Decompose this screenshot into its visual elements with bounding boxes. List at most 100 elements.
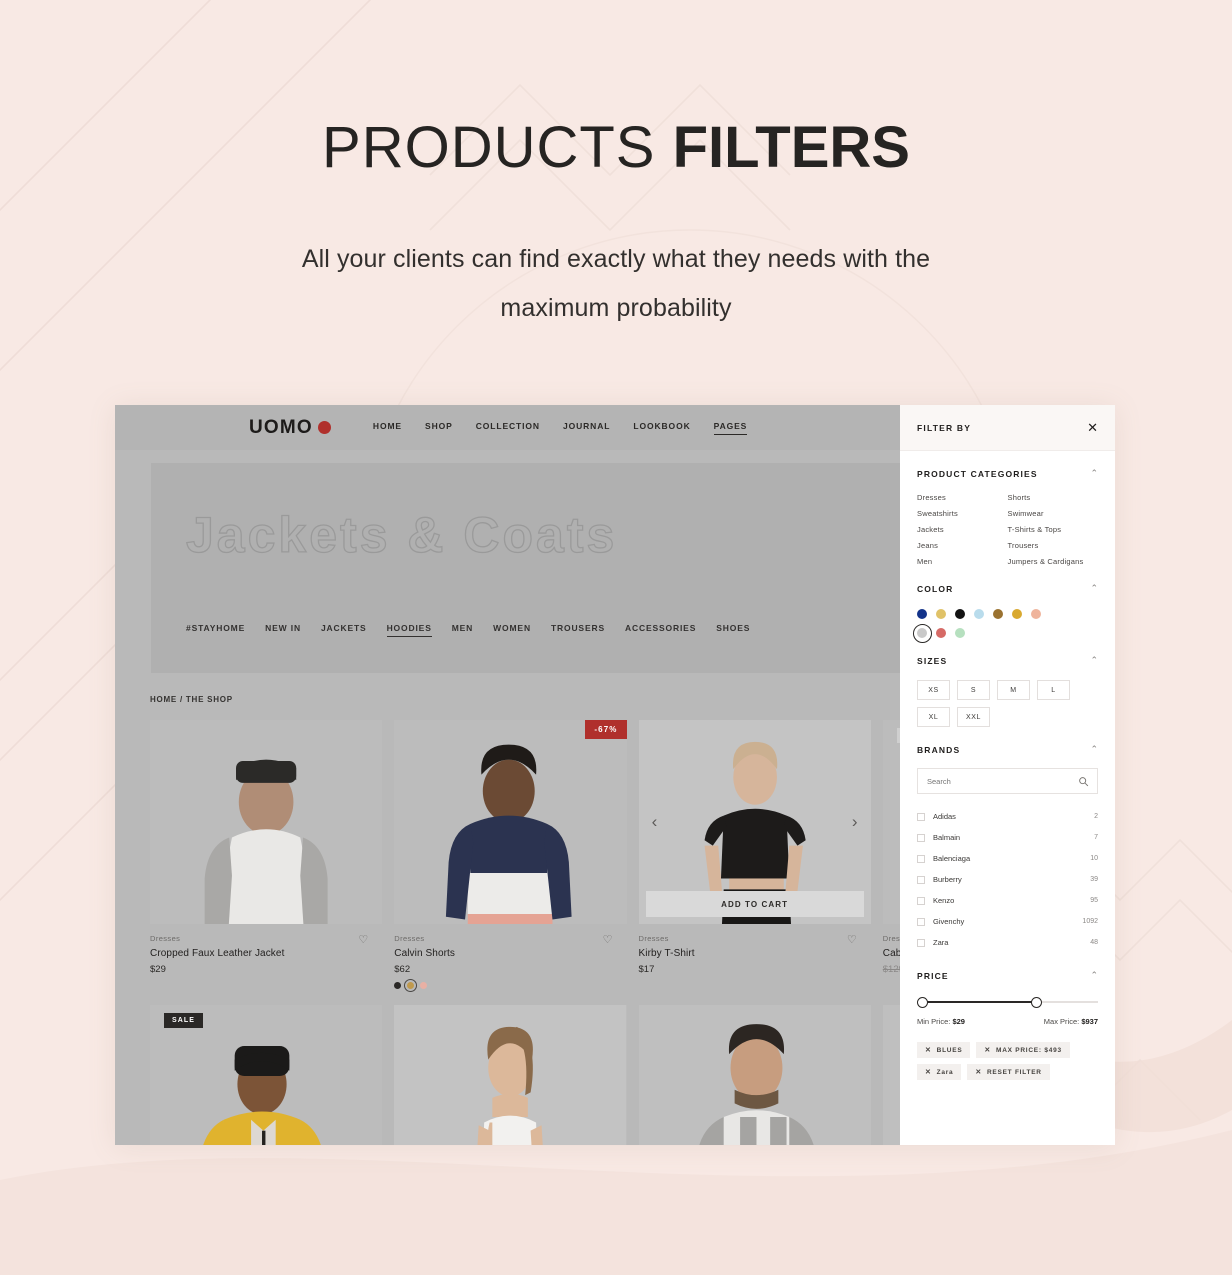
wishlist-heart-icon[interactable]: ♡ <box>847 933 857 946</box>
size-option-xl[interactable]: XL <box>917 707 950 727</box>
brand-row-balmain[interactable]: Balmain 7 <box>917 827 1098 848</box>
section-header[interactable]: BRANDS ⌃ <box>917 744 1098 755</box>
product-image[interactable] <box>394 1005 627 1145</box>
product-card[interactable]: ‹ › ADD TO CART Dresses Kirby T-Shirt $1… <box>638 720 871 989</box>
banner-category-nav[interactable]: #STAYHOME NEW IN JACKETS HOODIES MEN WOM… <box>186 623 750 637</box>
banner-nav-stayhome[interactable]: #STAYHOME <box>186 623 245 637</box>
section-header[interactable]: PRICE ⌃ <box>917 970 1098 981</box>
section-header[interactable]: SIZES ⌃ <box>917 655 1098 666</box>
banner-nav-accessories[interactable]: ACCESSORIES <box>625 623 696 637</box>
section-header[interactable]: PRODUCT CATEGORIES ⌃ <box>917 468 1098 479</box>
chevron-up-icon[interactable]: ⌃ <box>1090 468 1098 479</box>
carousel-next-icon[interactable]: › <box>847 812 863 832</box>
product-card[interactable] <box>638 1005 871 1145</box>
section-header[interactable]: COLOR ⌃ <box>917 583 1098 594</box>
wishlist-heart-icon[interactable]: ♡ <box>358 933 368 946</box>
color-swatch-black[interactable] <box>955 609 965 619</box>
slider-min-handle[interactable] <box>917 997 928 1008</box>
color-swatch-grey-selected[interactable] <box>912 623 932 643</box>
brand-checkbox[interactable] <box>917 896 925 905</box>
brand-search-input[interactable] <box>927 776 1088 786</box>
category-item-men[interactable]: Men <box>917 557 1008 566</box>
category-item-jumpers-cardigans[interactable]: Jumpers & Cardigans <box>1008 557 1099 566</box>
category-item-dresses[interactable]: Dresses <box>917 493 1008 502</box>
banner-nav-trousers[interactable]: TROUSERS <box>551 623 605 637</box>
color-swatch-navy[interactable] <box>917 609 927 619</box>
category-item-tshirts-tops[interactable]: T-Shirts & Tops <box>1008 525 1099 534</box>
color-swatch-gold[interactable] <box>1012 609 1022 619</box>
nav-item-pages[interactable]: PAGES <box>713 421 748 435</box>
brand-row-balenciaga[interactable]: Balenciaga 10 <box>917 848 1098 869</box>
size-option-xxl[interactable]: XXL <box>957 707 990 727</box>
close-icon[interactable]: ✕ <box>1087 421 1098 434</box>
brand-checkbox[interactable] <box>917 938 925 947</box>
brand-row-kenzo[interactable]: Kenzo 95 <box>917 890 1098 911</box>
brand-row-adidas[interactable]: Adidas 2 <box>917 806 1098 827</box>
product-color-swatches[interactable] <box>394 979 624 992</box>
category-item-shorts[interactable]: Shorts <box>1008 493 1099 502</box>
color-swatch-red[interactable] <box>936 628 946 638</box>
brand-row-zara[interactable]: Zara 48 <box>917 932 1098 953</box>
category-item-jackets[interactable]: Jackets <box>917 525 1008 534</box>
color-swatch-yellow[interactable] <box>936 609 946 619</box>
banner-nav-new-in[interactable]: NEW IN <box>265 623 301 637</box>
wishlist-heart-icon[interactable]: ♡ <box>603 933 613 946</box>
chevron-up-icon[interactable]: ⌃ <box>1090 655 1098 666</box>
brand-search-box[interactable] <box>917 768 1098 794</box>
remove-icon[interactable]: ✕ <box>975 1068 982 1076</box>
product-image[interactable]: SALE <box>150 1005 383 1145</box>
product-name[interactable]: Cropped Faux Leather Jacket <box>150 948 380 959</box>
category-item-sweatshirts[interactable]: Sweatshirts <box>917 509 1008 518</box>
reset-filter-button[interactable]: ✕ RESET FILTER <box>967 1064 1050 1080</box>
banner-nav-men[interactable]: MEN <box>452 623 473 637</box>
site-logo[interactable]: UOMO <box>249 417 331 439</box>
category-item-swimwear[interactable]: Swimwear <box>1008 509 1099 518</box>
main-navigation[interactable]: HOME SHOP COLLECTION JOURNAL LOOKBOOK PA… <box>373 421 748 435</box>
product-image[interactable] <box>638 1005 871 1145</box>
product-card[interactable] <box>394 1005 627 1145</box>
swatch-pink[interactable] <box>420 982 428 989</box>
nav-item-lookbook[interactable]: LOOKBOOK <box>633 421 690 434</box>
color-swatch-brown[interactable] <box>993 609 1003 619</box>
product-card[interactable]: -67% Dresses Calvin Shorts $62 ♡ <box>394 720 627 992</box>
remove-icon[interactable]: ✕ <box>925 1068 932 1076</box>
banner-nav-women[interactable]: WOMEN <box>493 623 531 637</box>
slider-max-handle[interactable] <box>1031 997 1042 1008</box>
brand-checkbox[interactable] <box>917 833 925 842</box>
size-option-l[interactable]: L <box>1037 680 1070 700</box>
product-card[interactable]: Dresses Cropped Faux Leather Jacket $29 … <box>150 720 383 989</box>
color-swatch-peach[interactable] <box>1031 609 1041 619</box>
product-image[interactable]: ‹ › ADD TO CART <box>638 720 871 924</box>
product-image[interactable]: -67% <box>394 720 627 924</box>
brand-checkbox[interactable] <box>917 812 925 821</box>
product-card[interactable]: SALE <box>150 1005 383 1145</box>
chevron-up-icon[interactable]: ⌃ <box>1090 583 1098 594</box>
active-tag-zara[interactable]: ✕ Zara <box>917 1064 962 1080</box>
nav-item-home[interactable]: HOME <box>373 421 402 434</box>
remove-icon[interactable]: ✕ <box>925 1046 932 1054</box>
nav-item-collection[interactable]: COLLECTION <box>476 421 540 434</box>
carousel-prev-icon[interactable]: ‹ <box>647 812 663 832</box>
nav-item-shop[interactable]: SHOP <box>425 421 453 434</box>
brand-checkbox[interactable] <box>917 875 925 884</box>
chevron-up-icon[interactable]: ⌃ <box>1090 744 1098 755</box>
brand-checkbox[interactable] <box>917 854 925 863</box>
color-swatch-light-blue[interactable] <box>974 609 984 619</box>
search-icon[interactable] <box>1078 776 1089 787</box>
color-swatch-mint[interactable] <box>955 628 965 638</box>
product-name[interactable]: Kirby T-Shirt <box>639 948 869 959</box>
product-image[interactable] <box>150 720 383 924</box>
price-range-slider[interactable] <box>917 997 1098 1008</box>
active-tag-blues[interactable]: ✕ BLUES <box>917 1042 971 1058</box>
breadcrumb[interactable]: HOME / THE SHOP <box>150 695 233 704</box>
chevron-up-icon[interactable]: ⌃ <box>1090 970 1098 981</box>
brand-row-burberry[interactable]: Burberry 39 <box>917 869 1098 890</box>
category-item-trousers[interactable]: Trousers <box>1008 541 1099 550</box>
size-option-s[interactable]: S <box>957 680 990 700</box>
size-option-xs[interactable]: XS <box>917 680 950 700</box>
brand-row-givenchy[interactable]: Givenchy 1092 <box>917 911 1098 932</box>
nav-item-journal[interactable]: JOURNAL <box>563 421 610 434</box>
add-to-cart-button[interactable]: ADD TO CART <box>645 891 864 917</box>
size-option-m[interactable]: M <box>997 680 1030 700</box>
remove-icon[interactable]: ✕ <box>984 1046 991 1054</box>
